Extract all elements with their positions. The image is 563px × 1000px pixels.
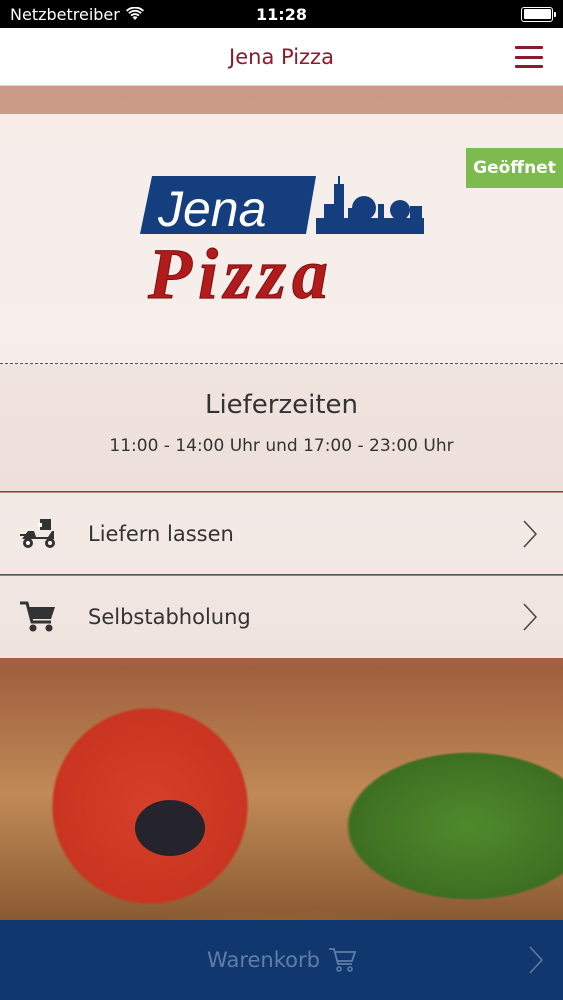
chevron-right-icon	[529, 946, 543, 974]
shopping-cart-icon	[20, 601, 55, 632]
navigation-bar: Jena Pizza	[0, 28, 563, 86]
logo-pizza-text: Pizza	[147, 234, 334, 306]
page-title: Jena Pizza	[229, 44, 334, 69]
cart-label: Warenkorb	[207, 948, 320, 972]
hamburger-menu-icon[interactable]	[515, 46, 543, 68]
status-badge: Geöffnet	[466, 148, 563, 188]
carrier-name: Netzbetreiber	[10, 4, 120, 24]
chevron-right-icon	[523, 520, 537, 548]
status-bar: Netzbetreiber 11:28	[0, 0, 563, 28]
delivery-option-button[interactable]: Liefern lassen	[0, 493, 563, 575]
wifi-icon	[125, 7, 144, 20]
delivery-times-heading: Lieferzeiten	[204, 390, 359, 420]
battery-icon	[521, 6, 556, 22]
olive-decoration	[135, 800, 205, 856]
logo-panel: Geöffnet Jena Pizza	[0, 114, 563, 364]
chevron-right-icon	[523, 603, 537, 631]
carrier-info: Netzbetreiber	[10, 5, 144, 24]
jena-pizza-logo: Jena Pizza	[140, 176, 424, 306]
pickup-option-label: Selbstabholung	[88, 605, 251, 629]
delivery-times-value: 11:00 - 14:00 Uhr und 17:00 - 23:00 Uhr	[109, 436, 454, 456]
delivery-scooter-icon	[20, 518, 55, 548]
delivery-times-panel: Lieferzeiten 11:00 - 14:00 Uhr und 17:00…	[0, 364, 563, 492]
logo-jena-text: Jena	[157, 181, 266, 237]
cart-button[interactable]: Warenkorb	[0, 920, 563, 1000]
shopping-cart-icon	[328, 948, 356, 972]
pickup-option-button[interactable]: Selbstabholung	[0, 576, 563, 658]
delivery-option-label: Liefern lassen	[88, 521, 234, 546]
